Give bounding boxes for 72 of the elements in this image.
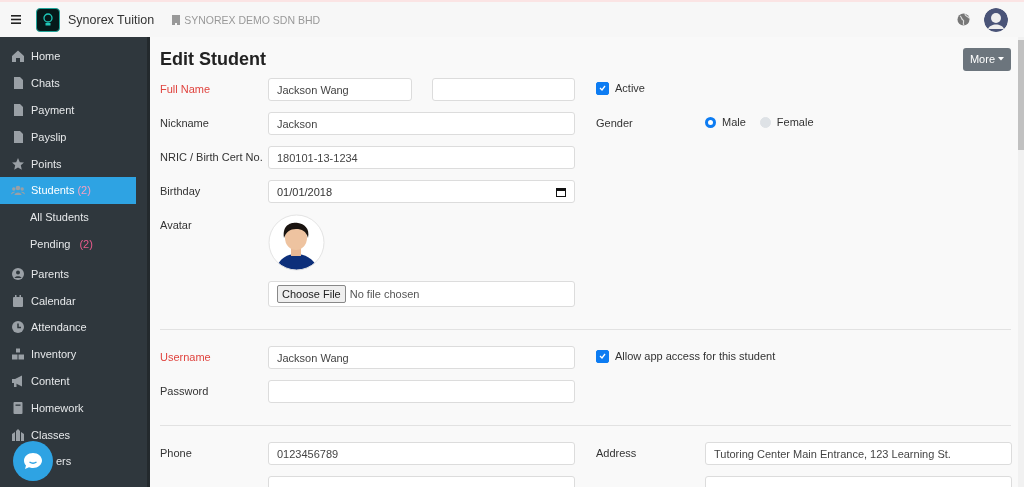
field-label: Nickname (160, 116, 210, 131)
company-name: SYNOREX DEMO SDN BHD (184, 13, 321, 26)
globe-icon[interactable] (957, 13, 970, 26)
field-label: Username (160, 350, 212, 365)
input-field[interactable] (431, 78, 575, 101)
building-icon (11, 427, 25, 442)
checkbox[interactable] (596, 349, 609, 363)
book-icon (11, 400, 25, 415)
document-icon (11, 103, 25, 117)
field-label: Phone (160, 446, 193, 461)
input-field[interactable] (268, 380, 575, 403)
field-label: Password (160, 384, 210, 399)
sidebar-item[interactable]: Payment (0, 96, 136, 124)
sidebar-subitem[interactable]: All Students (0, 203, 136, 231)
checkbox-label: Active (615, 82, 645, 94)
field-label: Gender (596, 116, 634, 131)
sidebar-item[interactable]: Points (0, 150, 136, 177)
menu-icon[interactable] (11, 15, 21, 24)
sidebar-subitem[interactable]: Pending (2) (0, 230, 136, 258)
input-field[interactable]: 0123456789 (268, 442, 575, 465)
user-circle-icon (11, 266, 25, 281)
megaphone-icon (11, 373, 25, 388)
check-icon (599, 85, 606, 91)
calendar-icon[interactable] (556, 186, 566, 197)
sidebar-item[interactable]: Classes (0, 421, 136, 448)
sidebar-item[interactable]: Payslip (0, 123, 136, 151)
sidebar-item[interactable]: ers (0, 447, 136, 475)
input-field[interactable]: Jackson Wang (268, 78, 412, 101)
chat-bubble-icon (23, 452, 43, 470)
input-field[interactable]: Tutoring Center Main Entrance, 123 Learning St. (705, 442, 1012, 465)
input-field[interactable]: 180101-13-1234 (268, 146, 575, 169)
home-icon (11, 49, 25, 64)
radio-button[interactable] (705, 116, 716, 128)
building-icon (172, 14, 181, 25)
sidebar-item[interactable]: Chats (0, 69, 136, 97)
field-label: NRIC / Birth Cert No. (160, 150, 264, 165)
sidebar-item[interactable]: Inventory (0, 340, 136, 368)
field-label: Birthday (160, 184, 202, 199)
boxes-icon (11, 347, 25, 362)
radio-label: Male (722, 116, 746, 128)
sidebar-item[interactable]: Calendar (0, 287, 136, 314)
star-icon (11, 156, 25, 171)
clock-icon (11, 320, 25, 335)
document-icon (11, 129, 25, 144)
app-name: Synorex Tuition (68, 12, 155, 27)
radio-label: Female (776, 116, 814, 128)
app-logo (36, 7, 60, 32)
field-label: Full Name (160, 82, 212, 97)
sidebar-item[interactable]: Attendance (0, 313, 136, 341)
calendar-icon (11, 293, 25, 308)
checkbox-label: Allow app access for this student (615, 350, 776, 362)
page-title: Edit Student (160, 48, 266, 70)
file-status: No file chosen (349, 288, 420, 300)
sidebar-item[interactable]: Content (0, 367, 136, 395)
input-field[interactable]: Jackson (268, 112, 575, 135)
scrollbar-thumb[interactable] (1018, 40, 1024, 150)
document-icon (11, 76, 25, 91)
date-field[interactable]: 01/01/2018 (268, 180, 575, 203)
sidebar-item[interactable]: Homework (0, 394, 136, 422)
checkbox[interactable] (596, 81, 609, 95)
choose-file-button[interactable]: Choose File (277, 285, 346, 303)
sidebar-item[interactable]: Home (0, 43, 136, 70)
field-label: Address (596, 446, 638, 461)
sidebar-item[interactable]: Parents (0, 260, 136, 288)
field-label: Avatar (160, 218, 193, 233)
user-avatar-icon[interactable] (984, 7, 1008, 32)
file-input[interactable]: Choose File No file chosen (268, 281, 575, 307)
input-field[interactable]: Jackson Wang (268, 346, 575, 369)
more-button[interactable]: More (962, 47, 1011, 71)
check-icon (599, 353, 606, 359)
users-icon (11, 183, 25, 198)
caret-icon (998, 57, 1004, 61)
